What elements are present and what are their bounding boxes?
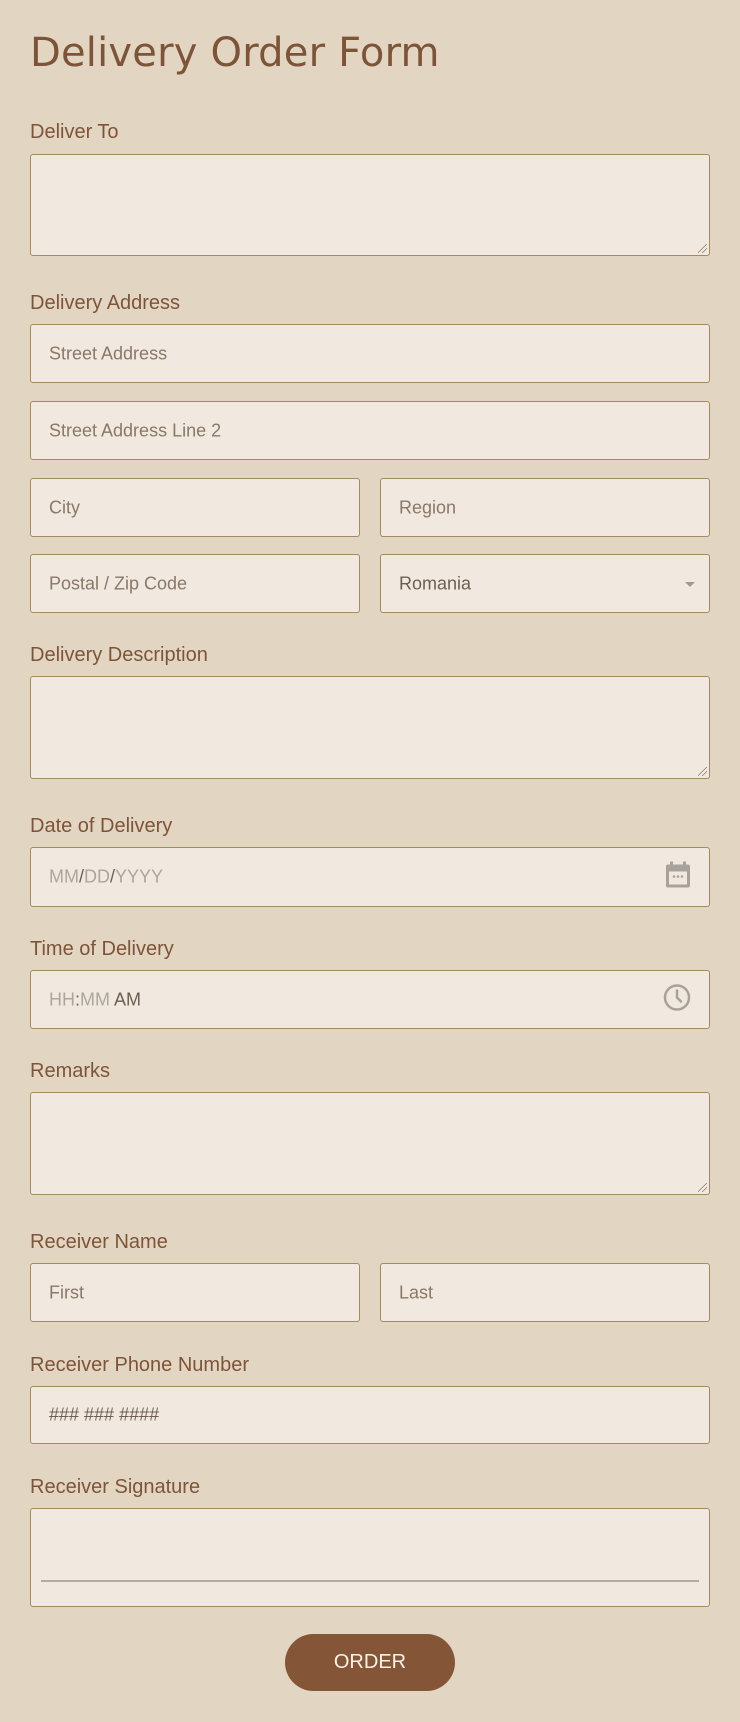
street-address-input[interactable]: Street Address [30, 324, 710, 383]
signature-pad[interactable] [30, 1508, 710, 1607]
delivery-description-textarea[interactable] [30, 676, 710, 779]
country-value: Romania [399, 573, 472, 593]
time-of-delivery-label: Time of Delivery [30, 938, 174, 960]
chevron-down-icon [685, 581, 695, 587]
minute-placeholder: MM [80, 989, 111, 1009]
street-address-placeholder: Street Address [49, 343, 168, 363]
order-button[interactable]: ORDER [285, 1634, 455, 1691]
time-input[interactable]: HH:MM AM [30, 970, 710, 1029]
phone-placeholder: ### ### #### [49, 1404, 160, 1425]
page-title: Delivery Order Form [30, 30, 440, 76]
day-placeholder: DD [84, 866, 111, 887]
delivery-address-label: Delivery Address [30, 292, 181, 314]
remarks-label: Remarks [30, 1060, 111, 1082]
deliver-to-textarea[interactable] [30, 154, 710, 256]
last-name-input[interactable]: Last [380, 1263, 710, 1322]
country-select[interactable]: Romania [380, 554, 710, 613]
street-address-line2-placeholder: Street Address Line 2 [49, 420, 222, 440]
postal-code-input[interactable]: Postal / Zip Code [30, 554, 360, 613]
calendar-icon[interactable] [665, 861, 691, 894]
region-input[interactable]: Region [380, 478, 710, 537]
resize-handle-icon[interactable] [698, 767, 707, 776]
resize-handle-icon[interactable] [698, 244, 707, 253]
receiver-name-label: Receiver Name [30, 1231, 168, 1253]
date-of-delivery-label: Date of Delivery [30, 815, 173, 837]
year-placeholder: YYYY [115, 866, 164, 887]
phone-input[interactable]: ### ### #### [30, 1386, 710, 1444]
remarks-textarea[interactable] [30, 1092, 710, 1195]
street-address-line2-input[interactable]: Street Address Line 2 [30, 401, 710, 460]
ampm-value: AM [114, 989, 142, 1009]
month-placeholder: MM [49, 866, 79, 887]
time-placeholder: HH:MM AM [49, 989, 141, 1010]
last-name-placeholder: Last [399, 1282, 434, 1302]
city-input[interactable]: City [30, 478, 360, 537]
postal-code-placeholder: Postal / Zip Code [49, 573, 188, 593]
date-input[interactable]: MM/DD/YYYY [30, 847, 710, 907]
clock-icon[interactable] [663, 983, 691, 1016]
region-placeholder: Region [399, 497, 457, 517]
hour-placeholder: HH [49, 989, 75, 1009]
first-name-input[interactable]: First [30, 1263, 360, 1322]
receiver-signature-label: Receiver Signature [30, 1476, 201, 1498]
delivery-description-label: Delivery Description [30, 644, 208, 666]
date-placeholder: MM/DD/YYYY [49, 867, 163, 888]
city-placeholder: City [49, 497, 80, 517]
resize-handle-icon[interactable] [698, 1183, 707, 1192]
first-name-placeholder: First [49, 1282, 84, 1302]
deliver-to-label: Deliver To [30, 121, 119, 143]
receiver-phone-label: Receiver Phone Number [30, 1354, 249, 1376]
signature-line [41, 1580, 699, 1582]
